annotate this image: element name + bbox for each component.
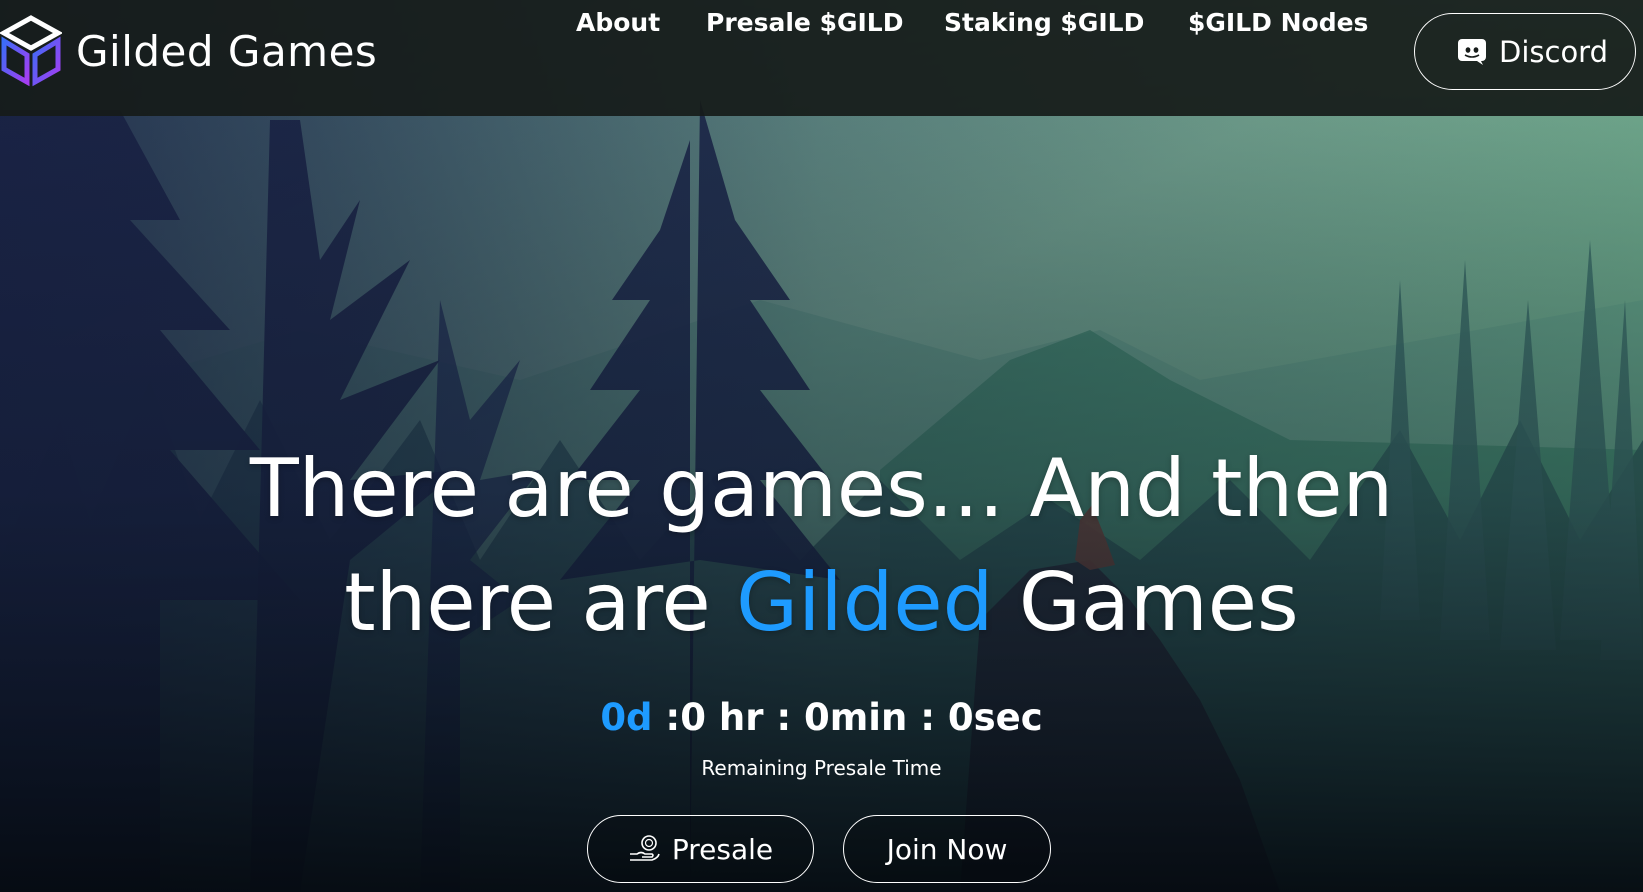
brand-logo[interactable]: Gilded Games	[0, 14, 377, 88]
hero-heading-accent: Gilded	[736, 556, 994, 649]
nav-item-presale[interactable]: Presale $GILD	[706, 8, 904, 37]
presale-countdown: 0d :0 hr : 0min : 0sec	[0, 696, 1643, 739]
hero-heading-suffix: Games	[993, 556, 1299, 649]
site-header: Gilded Games About Presale $GILD Staking…	[0, 0, 1643, 116]
nav-item-about[interactable]: About	[576, 8, 660, 37]
countdown-time: :0 hr : 0min : 0sec	[652, 696, 1043, 739]
join-now-button-label: Join Now	[886, 832, 1008, 866]
join-now-button[interactable]: Join Now	[843, 815, 1051, 883]
countdown-caption: Remaining Presale Time	[701, 756, 942, 780]
hero-heading-prefix: there are	[344, 556, 737, 649]
hero-heading-line-1: There are games... And then	[249, 442, 1394, 535]
presale-button[interactable]: Presale	[587, 815, 814, 883]
coin-hand-icon	[629, 835, 660, 861]
presale-button-label: Presale	[671, 832, 774, 866]
countdown-days: 0d	[600, 696, 653, 739]
cube-logo-icon	[0, 15, 62, 87]
hero-heading: There are games... And then there are Gi…	[0, 432, 1643, 660]
nav-item-nodes[interactable]: $GILD Nodes	[1188, 8, 1368, 37]
discord-label: Discord	[1499, 34, 1609, 69]
discord-icon	[1458, 38, 1486, 65]
nav-item-staking[interactable]: Staking $GILD	[944, 8, 1144, 37]
discord-button[interactable]: Discord	[1414, 13, 1636, 90]
hero-heading-line-2: there are Gilded Games	[0, 546, 1643, 660]
brand-name: Gilded Games	[76, 26, 378, 76]
